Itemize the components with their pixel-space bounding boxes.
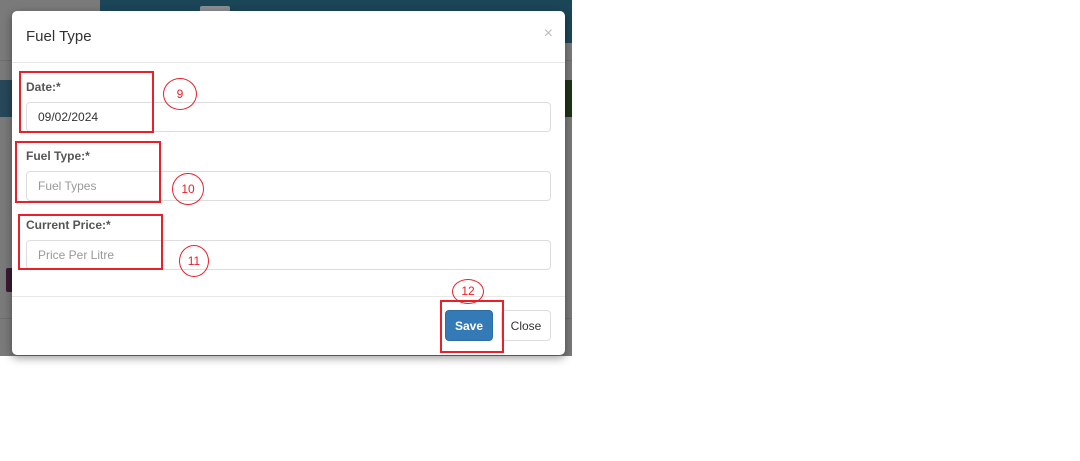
annotation-box-current-price [18, 214, 163, 270]
modal-header: Fuel Type × [12, 11, 565, 63]
annotation-marker: 9 [163, 78, 197, 110]
annotation-marker: 11 [179, 245, 209, 277]
close-button[interactable]: Close [501, 310, 551, 341]
annotation-box-date [19, 71, 154, 133]
annotation-marker: 12 [452, 279, 484, 304]
close-icon[interactable]: × [544, 25, 553, 43]
annotation-marker: 10 [172, 173, 204, 205]
modal-title: Fuel Type [26, 28, 92, 45]
annotation-box-save [440, 300, 504, 353]
annotation-box-fuel-type [15, 141, 161, 203]
